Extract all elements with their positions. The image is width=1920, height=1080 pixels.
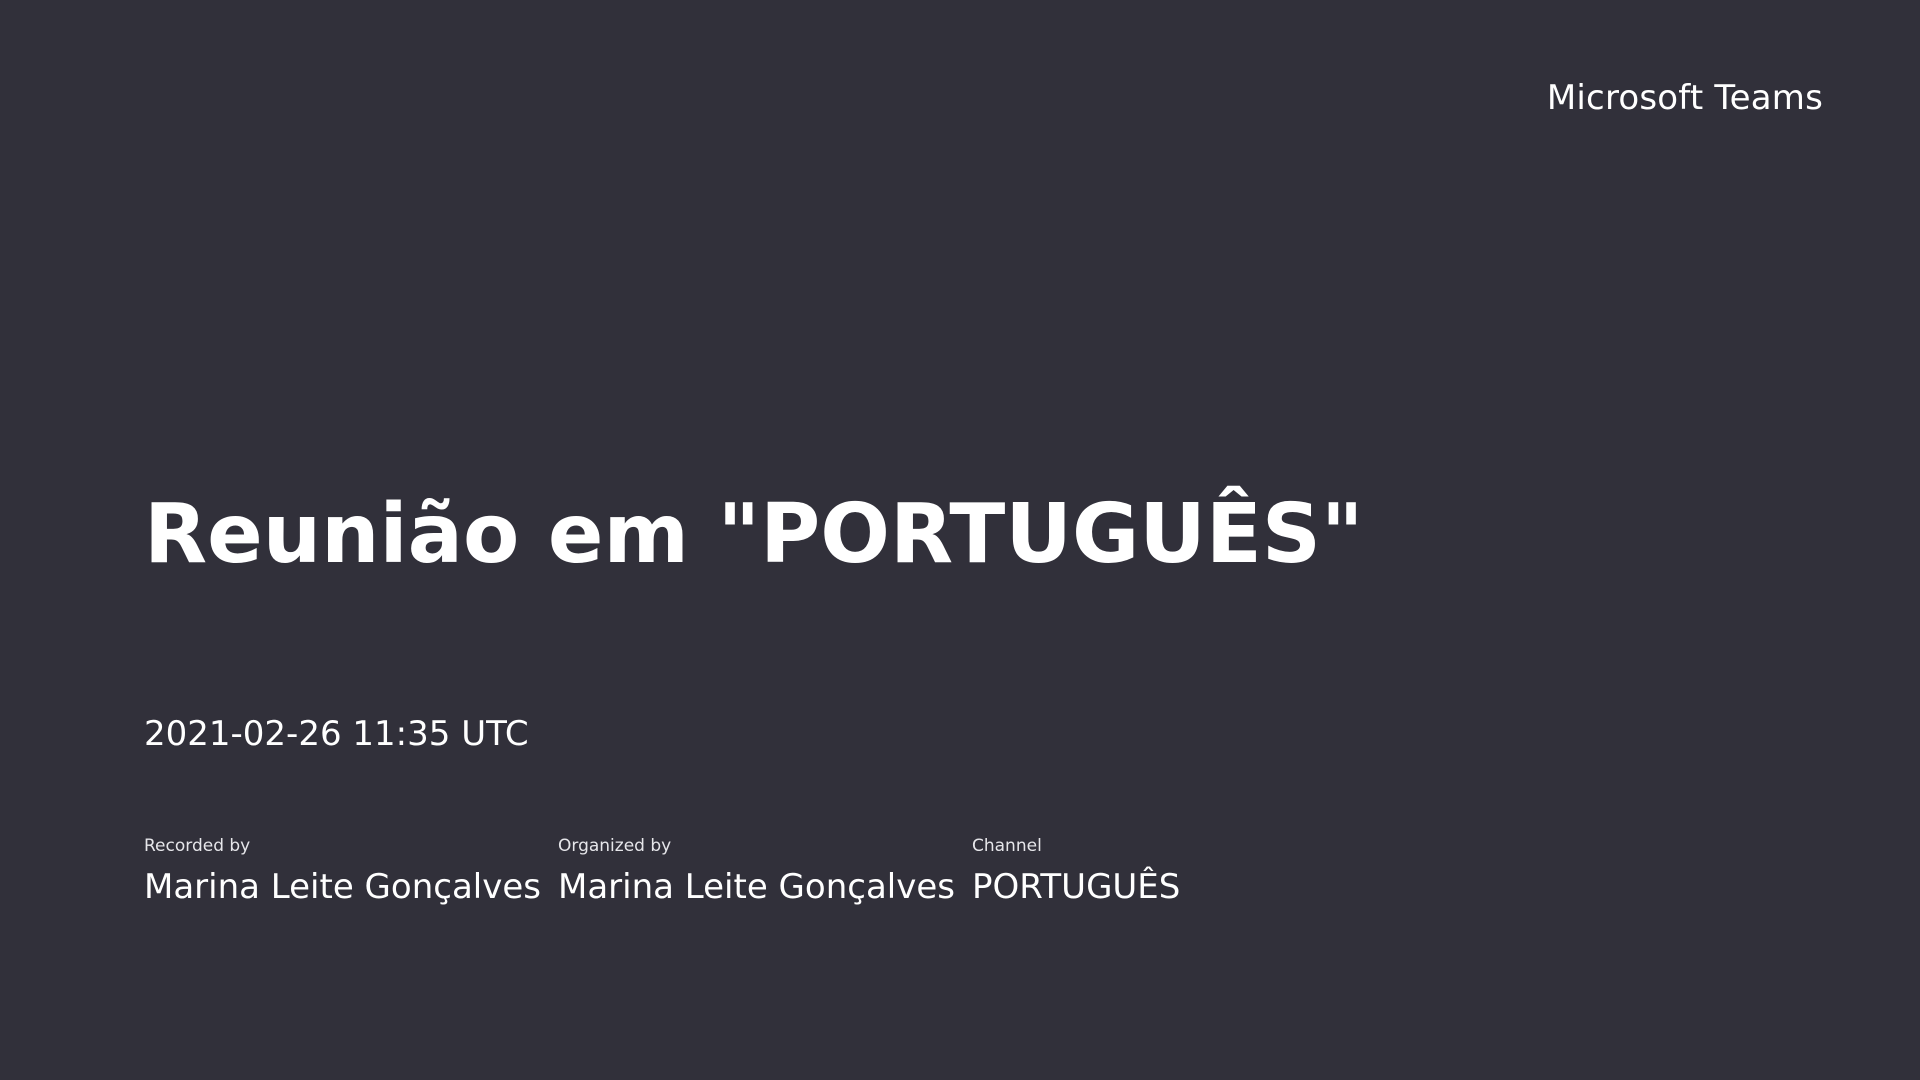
recorded-by-value: Marina Leite Gonçalves [144,867,541,907]
channel-value: PORTUGUÊS [972,867,1181,907]
organized-by-label: Organized by [558,836,672,856]
recorded-by-label: Recorded by [144,836,251,856]
recording-title-slide: Microsoft Teams Reunião em "PORTUGUÊS" 2… [0,0,1920,1080]
meeting-datetime: 2021-02-26 11:35 UTC [144,714,529,754]
meeting-title: Reunião em "PORTUGUÊS" [144,487,1364,582]
app-brand-label: Microsoft Teams [1546,78,1823,118]
channel-label: Channel [972,836,1042,856]
organized-by-value: Marina Leite Gonçalves [558,867,955,907]
organized-by-block: Organized by Marina Leite Gonçalves [558,832,958,910]
recorded-by-block: Recorded by Marina Leite Gonçalves [144,832,544,910]
channel-block: Channel PORTUGUÊS [972,832,1372,910]
